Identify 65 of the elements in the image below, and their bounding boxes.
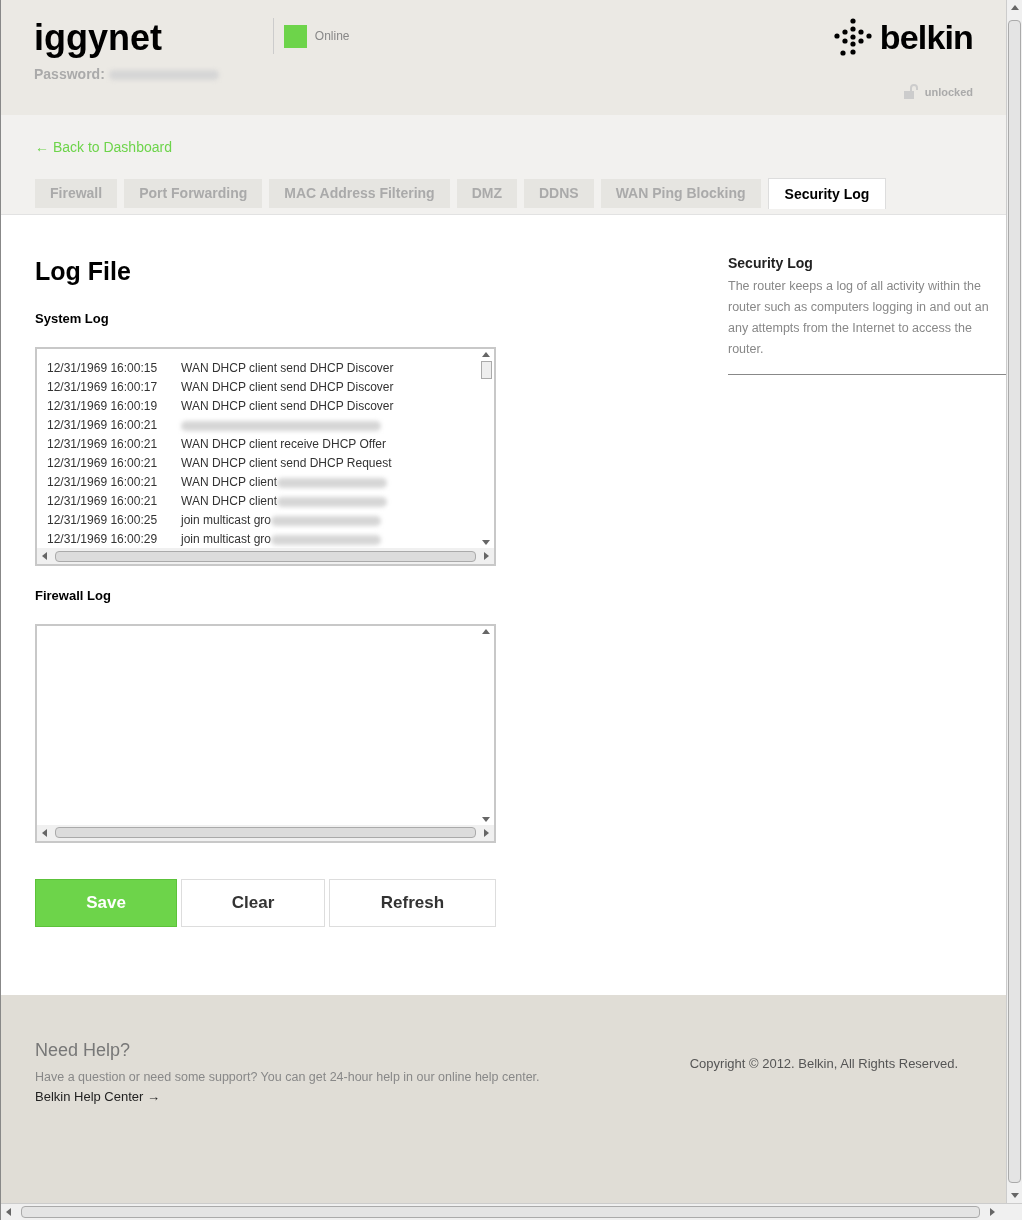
- log-time: 12/31/1969 16:00:17: [47, 380, 159, 395]
- back-link[interactable]: ← Back to Dashboard: [35, 137, 172, 158]
- tab[interactable]: MAC Address Filtering: [269, 179, 450, 208]
- log-time: 12/31/1969 16:00:21: [47, 456, 159, 471]
- log-message: WAN DHCP client send DHCP Discover: [181, 361, 394, 376]
- brand-logo: belkin: [879, 19, 973, 55]
- scroll-down-icon[interactable]: [1010, 1191, 1019, 1199]
- log-time: 12/31/1969 16:00:25: [47, 513, 159, 528]
- log-message: WAN DHCP client: [181, 475, 278, 490]
- footer-text: Have a question or need some support? You can get 24-hour help in our online help center.: [35, 1069, 540, 1086]
- scroll-right-icon[interactable]: [482, 552, 490, 560]
- log-time: 12/31/1969 16:00:15: [47, 361, 159, 376]
- log-time: 12/31/1969 16:00:29: [47, 532, 159, 547]
- section-label: Firewall Log: [35, 587, 112, 605]
- action-button[interactable]: Refresh: [329, 878, 496, 927]
- tab[interactable]: DMZ: [456, 179, 517, 208]
- scroll-up-icon[interactable]: [482, 627, 490, 636]
- password-label: Password:: [34, 65, 105, 84]
- tab[interactable]: Firewall: [35, 179, 118, 208]
- help-title: Security Log: [728, 254, 814, 273]
- log-message: join multicast gro: [181, 532, 272, 547]
- scroll-right-icon[interactable]: [988, 1208, 996, 1216]
- system-log-box[interactable]: [35, 347, 496, 566]
- tab[interactable]: DDNS: [524, 179, 594, 208]
- log-time: 12/31/1969 16:00:21: [47, 475, 159, 490]
- scroll-down-icon[interactable]: [482, 538, 490, 546]
- scroll-left-icon[interactable]: [41, 552, 49, 560]
- logo-dots-icon: [833, 18, 872, 56]
- log-message: WAN DHCP client send DHCP Discover: [181, 380, 394, 395]
- padlock-icon: [902, 84, 919, 101]
- log-time: 12/31/1969 16:00:21: [47, 418, 159, 433]
- log-message: WAN DHCP client send DHCP Discover: [181, 399, 394, 414]
- scroll-right-icon[interactable]: [482, 828, 490, 837]
- copyright-text: Copyright © 2012. Belkin, All Rights Reserved.: [689, 1055, 958, 1073]
- tab[interactable]: Port Forwarding: [124, 179, 263, 208]
- status-label: Online: [314, 28, 350, 45]
- tab[interactable]: Security Log: [767, 178, 887, 209]
- log-time: 12/31/1969 16:00:19: [47, 399, 159, 414]
- action-button[interactable]: Clear: [181, 878, 325, 927]
- network-name: iggynet: [34, 18, 163, 58]
- lock-status: unlocked: [924, 85, 973, 100]
- scroll-down-icon[interactable]: [482, 814, 490, 823]
- log-time: 12/31/1969 16:00:21: [47, 437, 159, 452]
- page-title: Log File: [35, 256, 132, 287]
- scroll-up-icon[interactable]: [1010, 4, 1019, 12]
- log-message: WAN DHCP client send DHCP Request: [181, 456, 392, 471]
- footer-title: Need Help?: [35, 1039, 132, 1062]
- page-horizontal-scrollbar[interactable]: [1, 1203, 1022, 1220]
- horizontal-scrollbar[interactable]: [37, 548, 494, 564]
- log-time: 12/31/1969 16:00:21: [47, 494, 159, 509]
- scroll-thumb[interactable]: [480, 361, 492, 379]
- vertical-scrollbar[interactable]: [478, 349, 494, 548]
- page-scrollbar[interactable]: [1006, 0, 1022, 1203]
- help-text: The router keeps a log of all activity within the router such as computers logging in and out an any attempts from the Internet to access the router.: [728, 278, 990, 358]
- section-label: System Log: [35, 309, 110, 328]
- scroll-up-icon[interactable]: [482, 351, 490, 359]
- help-center-link[interactable]: Belkin Help Center →: [35, 1086, 540, 1107]
- action-button[interactable]: Save: [35, 878, 177, 927]
- horizontal-scrollbar[interactable]: [37, 824, 494, 841]
- log-message: join multicast gro: [181, 513, 272, 528]
- tab[interactable]: WAN Ping Blocking: [600, 179, 761, 208]
- log-message: WAN DHCP client: [181, 494, 278, 509]
- scroll-left-icon[interactable]: [41, 828, 49, 837]
- scroll-left-icon[interactable]: [5, 1208, 13, 1216]
- log-message: WAN DHCP client receive DHCP Offer: [181, 437, 386, 452]
